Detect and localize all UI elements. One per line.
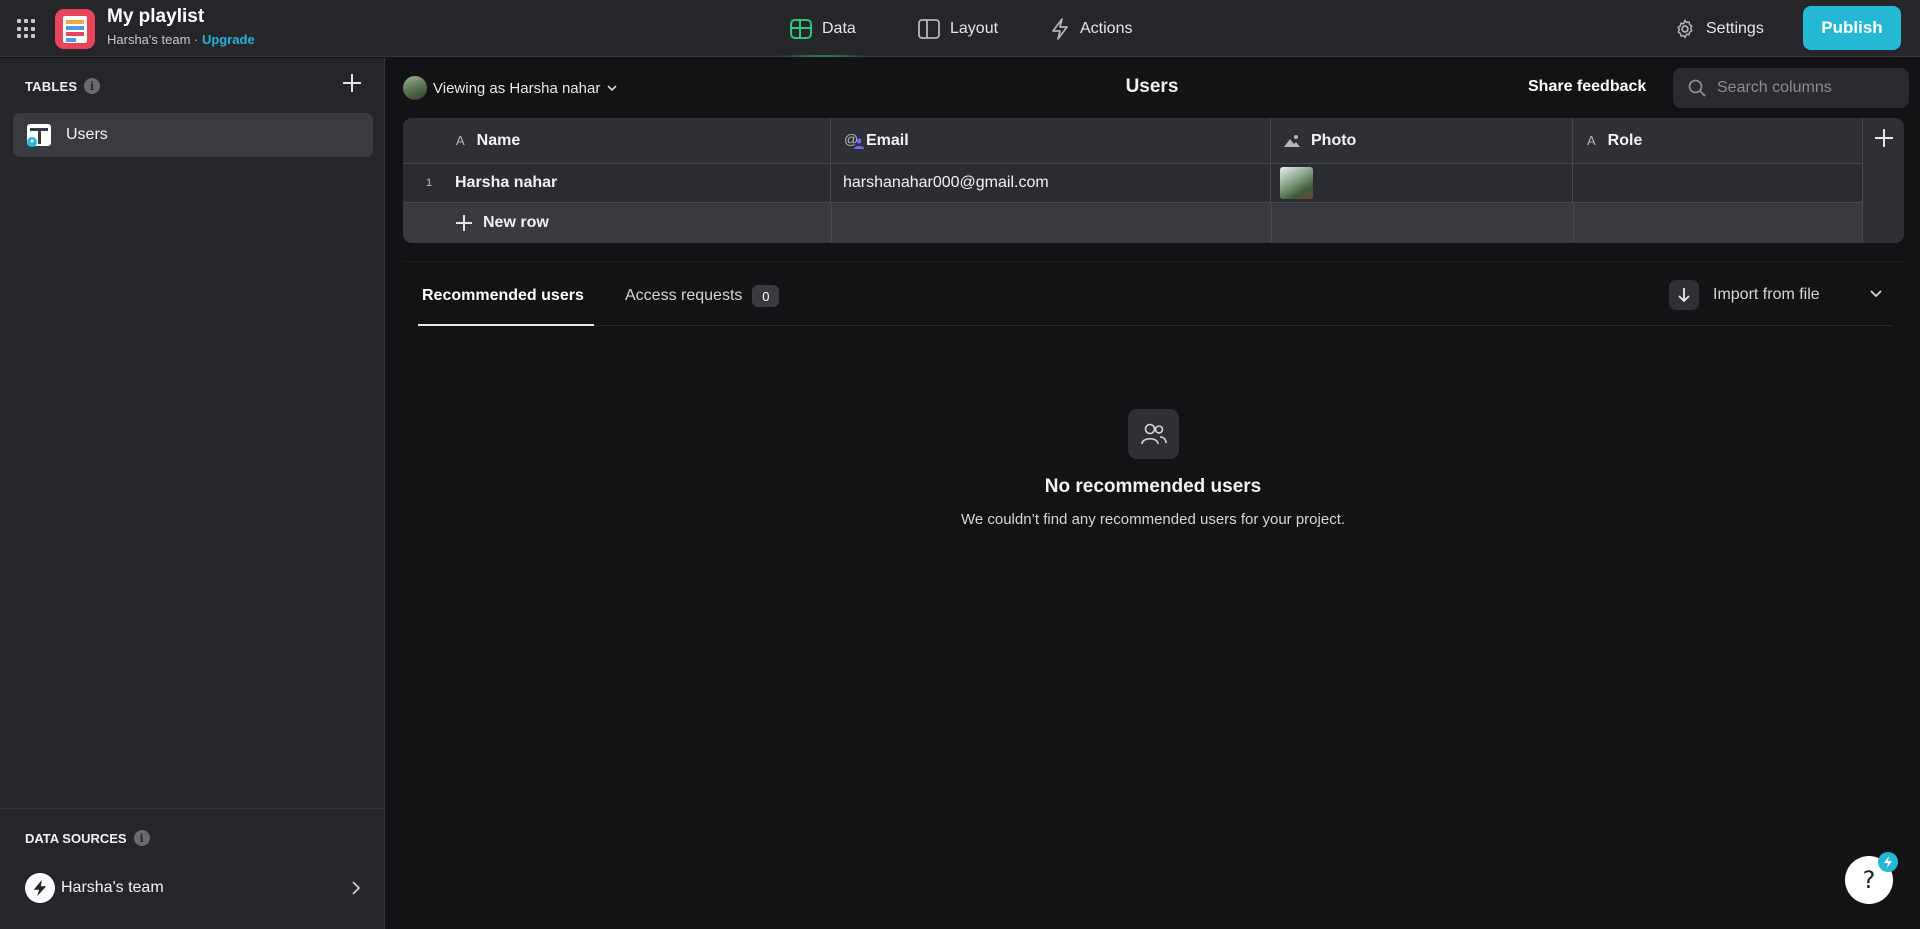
data-grid: A Name @ Email Photo A Role 1 Harsha nah… — [403, 118, 1904, 243]
tab-data-label: Data — [822, 19, 856, 37]
column-header-photo[interactable]: Photo — [1271, 118, 1573, 163]
publish-button[interactable]: Publish — [1803, 6, 1901, 50]
column-header-label: Role — [1607, 131, 1643, 149]
chevron-down-icon — [607, 85, 617, 92]
tab-actions-label: Actions — [1080, 19, 1133, 37]
new-row-label: New row — [483, 214, 549, 231]
cell-photo[interactable] — [1271, 164, 1573, 202]
table-row[interactable]: 1 Harsha nahar harshanahar000@gmail.com — [403, 164, 1863, 202]
layout-icon — [918, 18, 940, 39]
settings-button[interactable]: Settings — [1674, 0, 1764, 57]
app-grid-icon[interactable] — [17, 19, 37, 39]
new-row-bar: New row — [403, 203, 1863, 243]
column-header-label: Name — [476, 131, 521, 149]
text-type-icon: A — [456, 133, 465, 148]
page-title: Users — [1125, 76, 1179, 97]
glide-logo-icon — [25, 873, 55, 903]
app-team-line: Harsha's team · Upgrade — [107, 32, 255, 47]
tables-heading-label: TABLES — [25, 78, 78, 94]
data-source-item[interactable]: Harsha's team — [25, 873, 365, 903]
column-divider — [1573, 203, 1574, 243]
chevron-right-icon — [352, 881, 361, 895]
row-number-label: 1 — [425, 177, 433, 189]
plus-icon — [456, 215, 472, 231]
email-type-icon: @ — [844, 131, 866, 151]
info-icon[interactable]: i — [133, 830, 150, 846]
tab-data[interactable]: Data — [772, 0, 874, 57]
panel-divider — [403, 261, 1904, 262]
data-sources-heading-label: DATA SOURCES — [25, 830, 127, 846]
search-icon — [1688, 79, 1706, 97]
cell-name[interactable]: Harsha nahar — [455, 164, 831, 202]
cell-role[interactable] — [1573, 164, 1863, 202]
tab-access-requests-label: Access requests — [625, 287, 743, 304]
add-table-icon[interactable] — [340, 71, 364, 95]
viewing-as-selector[interactable]: Viewing as Harsha nahar — [403, 76, 618, 100]
column-divider — [1271, 203, 1272, 243]
count-badge: 0 — [752, 285, 780, 307]
tab-actions[interactable]: Actions — [1050, 0, 1132, 57]
add-column-button[interactable] — [1862, 118, 1904, 243]
tab-recommended-users[interactable]: Recommended users — [422, 283, 584, 309]
column-header-email[interactable]: @ Email — [831, 118, 1271, 163]
team-name: Harsha's team — [107, 32, 191, 47]
separator: · — [190, 32, 202, 47]
lightning-icon — [1052, 17, 1068, 40]
upgrade-link[interactable]: Upgrade — [202, 32, 255, 47]
column-divider — [831, 203, 832, 243]
active-tab-indicator — [418, 324, 594, 326]
search-input[interactable] — [1717, 79, 1887, 97]
info-icon[interactable]: i — [84, 78, 101, 94]
empty-state-description: We couldn’t find any recommended users f… — [960, 511, 1346, 528]
image-icon — [1284, 134, 1300, 147]
cell-email[interactable]: harshanahar000@gmail.com — [831, 164, 1271, 202]
photo-thumbnail — [1280, 167, 1313, 199]
sidebar-divider — [0, 808, 385, 809]
arrow-down-icon — [1669, 280, 1699, 310]
column-header-role[interactable]: A Role — [1573, 118, 1863, 163]
viewing-as-label: Viewing as Harsha nahar — [433, 79, 601, 97]
new-row-button[interactable]: New row — [455, 203, 549, 243]
data-source-label: Harsha's team — [61, 879, 164, 896]
chevron-down-icon[interactable] — [1868, 286, 1884, 302]
text-type-icon: A — [1587, 133, 1596, 148]
sidebar-item-label: Users — [66, 126, 108, 143]
top-bar: My playlist Harsha's team · Upgrade Data… — [0, 0, 1920, 57]
tabs-divider — [418, 325, 1892, 326]
tab-layout-label: Layout — [950, 19, 999, 37]
tab-access-requests[interactable]: Access requests 0 — [625, 283, 780, 309]
gear-icon — [1677, 19, 1693, 38]
column-header-label: Email — [866, 131, 909, 149]
plus-icon — [1875, 129, 1893, 147]
import-from-file-button[interactable]: Import from file — [1669, 280, 1820, 310]
share-feedback-button[interactable]: Share feedback — [1528, 78, 1646, 96]
avatar — [403, 76, 427, 100]
row-number: 1 — [403, 164, 455, 202]
sidebar: TABLES i Users DATA SOURCES i Harsha's t… — [0, 58, 385, 929]
search-columns[interactable] — [1673, 68, 1909, 108]
import-label: Import from file — [1713, 286, 1820, 303]
app-title[interactable]: My playlist — [107, 6, 204, 28]
lightning-badge-icon — [1878, 852, 1898, 872]
tab-layout[interactable]: Layout — [918, 0, 998, 57]
column-header-label: Photo — [1311, 131, 1357, 149]
sidebar-item-users[interactable]: Users — [13, 113, 373, 157]
empty-state-title: No recommended users — [1044, 476, 1262, 497]
table-icon — [790, 18, 812, 39]
app-logo-icon[interactable] — [55, 9, 95, 49]
data-sources-heading: DATA SOURCES i — [25, 830, 150, 846]
users-icon — [1128, 409, 1179, 459]
users-table-icon — [26, 123, 52, 147]
column-header-name[interactable]: A Name — [403, 118, 831, 163]
settings-label: Settings — [1706, 19, 1764, 37]
user-badge-icon — [854, 138, 864, 149]
tables-heading: TABLES i — [25, 78, 101, 94]
